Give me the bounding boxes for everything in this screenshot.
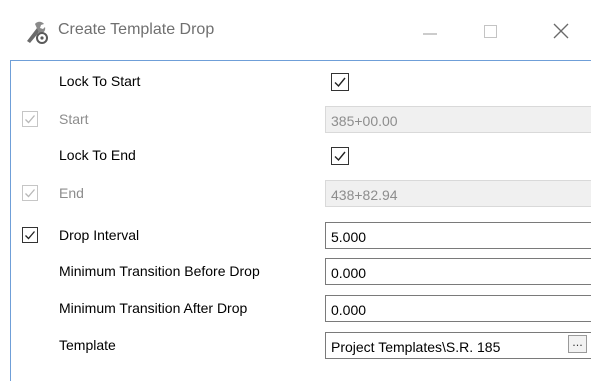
end-enable-checkbox[interactable] xyxy=(22,185,38,201)
template-input[interactable]: Project Templates\S.R. 185 xyxy=(325,332,591,359)
row-min-transition-after: Minimum Transition After Drop 0.000 xyxy=(0,291,591,327)
min-transition-after-value: 0.000 xyxy=(331,302,367,318)
row-template: Template Project Templates\S.R. 185 ... xyxy=(0,328,591,364)
min-transition-after-label: Minimum Transition After Drop xyxy=(59,300,248,316)
end-station-field[interactable]: 438+82.94 xyxy=(325,180,591,207)
start-enable-checkbox[interactable] xyxy=(22,111,38,127)
end-label: End xyxy=(59,185,84,201)
lock-to-end-label: Lock To End xyxy=(59,147,136,163)
template-value: Project Templates\S.R. 185 xyxy=(331,339,501,355)
window-title: Create Template Drop xyxy=(58,21,215,38)
row-min-transition-before: Minimum Transition Before Drop 0.000 xyxy=(0,254,591,290)
min-transition-after-input[interactable]: 0.000 xyxy=(325,295,591,322)
min-transition-before-label: Minimum Transition Before Drop xyxy=(59,263,260,279)
end-station-value: 438+82.94 xyxy=(331,187,398,203)
start-label: Start xyxy=(59,111,89,127)
lock-to-start-checkbox[interactable] xyxy=(331,73,349,91)
lock-to-end-checkbox[interactable] xyxy=(331,147,349,165)
template-browse-button[interactable]: ... xyxy=(568,335,587,353)
start-station-field[interactable]: 385+00.00 xyxy=(325,106,591,133)
drop-interval-label: Drop Interval xyxy=(59,227,140,243)
min-transition-before-value: 0.000 xyxy=(331,265,367,281)
row-end: End 438+82.94 xyxy=(0,176,591,212)
drop-interval-enable-checkbox[interactable] xyxy=(22,227,38,243)
row-drop-interval: Drop Interval 5.000 xyxy=(0,218,591,254)
row-start: Start 385+00.00 xyxy=(0,102,591,138)
template-wrench-icon xyxy=(24,20,48,44)
start-station-value: 385+00.00 xyxy=(331,113,398,129)
minimize-icon[interactable] xyxy=(415,18,445,46)
title-bar[interactable]: Create Template Drop xyxy=(0,0,591,62)
lock-to-start-label: Lock To Start xyxy=(59,73,141,89)
drop-interval-input[interactable]: 5.000 xyxy=(325,222,591,249)
drop-interval-value: 5.000 xyxy=(331,229,367,245)
template-label: Template xyxy=(59,337,116,353)
row-lock-to-end: Lock To End xyxy=(0,138,591,174)
min-transition-before-input[interactable]: 0.000 xyxy=(325,258,591,285)
close-icon[interactable] xyxy=(546,18,576,46)
row-lock-to-start: Lock To Start xyxy=(0,64,591,100)
maximize-icon[interactable] xyxy=(475,18,505,46)
